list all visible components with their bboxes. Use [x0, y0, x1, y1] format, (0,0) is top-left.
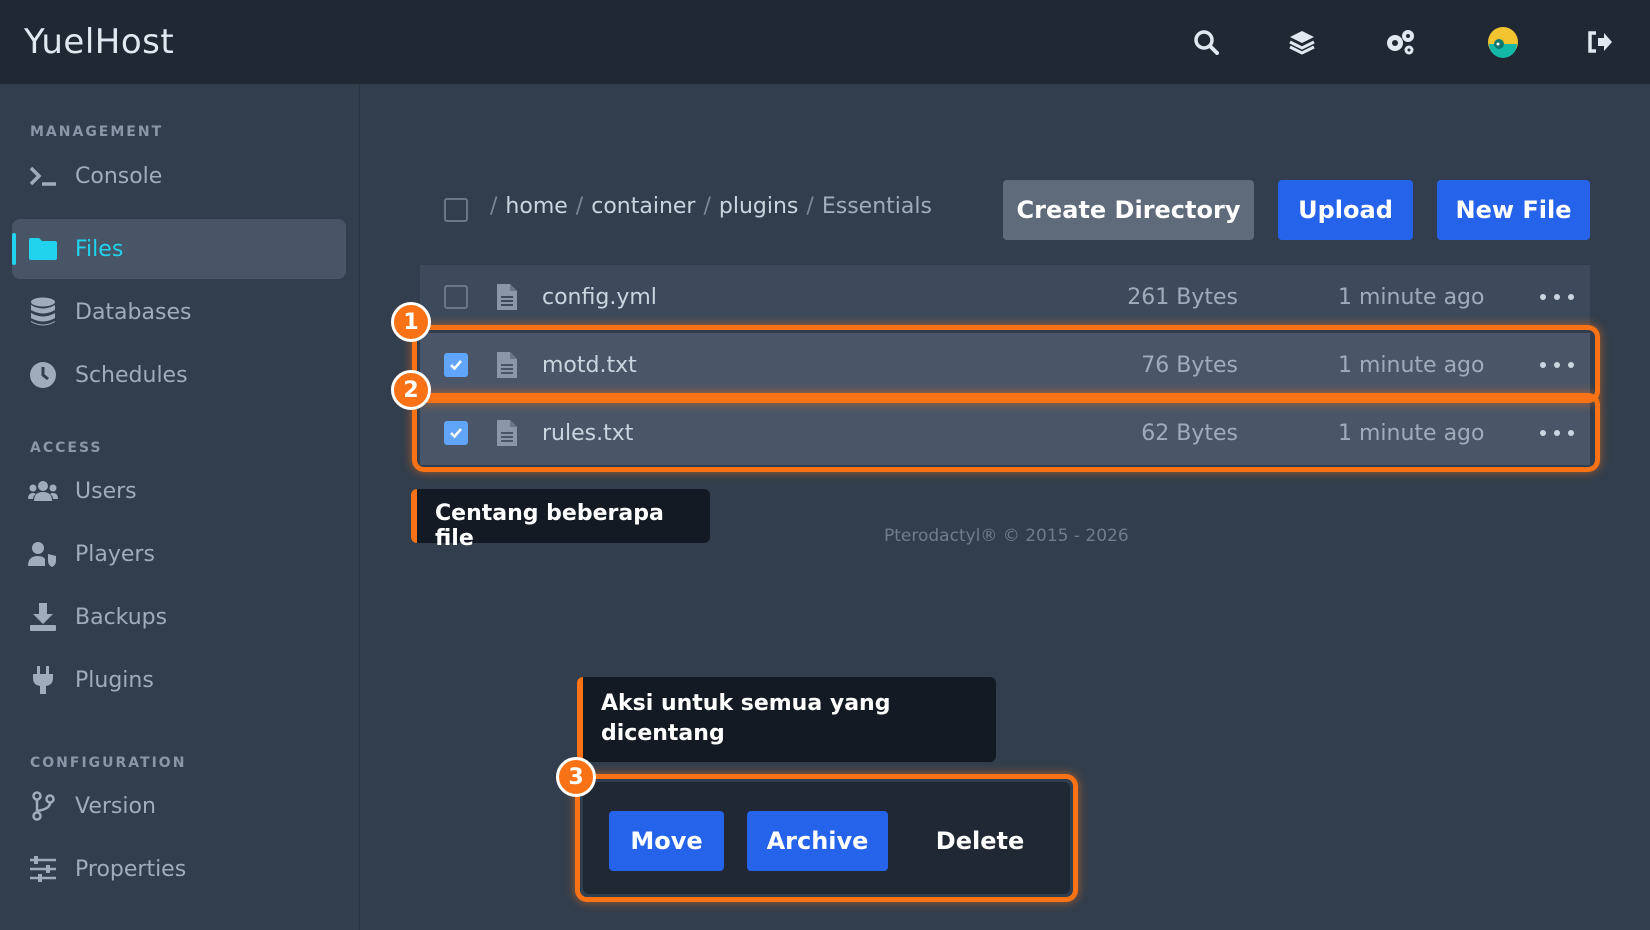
breadcrumb-plugins[interactable]: plugins: [719, 194, 799, 219]
plug-icon: [28, 665, 58, 695]
sidebar-item-files[interactable]: Files: [12, 219, 346, 279]
users-icon: [28, 476, 58, 506]
file-name[interactable]: config.yml: [542, 285, 657, 310]
sidebar-item-label: Players: [75, 541, 155, 567]
download-icon: [28, 602, 58, 632]
sidebar-item-label: Version: [75, 793, 156, 819]
breadcrumb: / home / container / plugins / Essentials: [490, 194, 932, 219]
breadcrumb-current: Essentials: [821, 194, 932, 219]
section-title-access: ACCESS: [30, 440, 103, 456]
sidebar: MANAGEMENT Console Files Databases Sched…: [0, 84, 360, 930]
avatar[interactable]: [1487, 26, 1519, 58]
branch-icon: [28, 791, 58, 821]
move-button[interactable]: Move: [609, 811, 724, 871]
sidebar-item-label: Console: [75, 163, 163, 189]
mass-action-bar: Move Archive Delete: [583, 782, 1070, 894]
footer-text: Pterodactyl® © 2015 - 2026: [884, 526, 1129, 546]
step-badge-1: 1: [391, 302, 431, 342]
delete-button[interactable]: Delete: [909, 811, 1051, 871]
create-directory-button[interactable]: Create Directory: [1003, 180, 1254, 240]
brand-title[interactable]: YuelHost: [24, 22, 174, 62]
sliders-icon: [28, 854, 58, 884]
file-size: 76 Bytes: [1141, 352, 1238, 378]
tooltip-check-files: Centang beberapa file: [411, 489, 710, 551]
sidebar-item-label: Plugins: [75, 667, 154, 693]
file-modified: 1 minute ago: [1338, 420, 1485, 446]
section-title-management: MANAGEMENT: [30, 124, 164, 140]
check-icon: [450, 428, 462, 439]
sidebar-item-version[interactable]: Version: [12, 776, 346, 836]
file-icon: [497, 284, 517, 310]
sidebar-item-users[interactable]: Users: [12, 461, 346, 521]
file-checkbox[interactable]: [444, 353, 468, 377]
file-checkbox[interactable]: [444, 285, 468, 309]
top-navbar: YuelHost: [0, 0, 1650, 84]
breadcrumb-container[interactable]: container: [591, 194, 695, 219]
file-row[interactable]: rules.txt 62 Bytes 1 minute ago: [420, 401, 1590, 465]
sidebar-item-label: Properties: [75, 856, 187, 882]
sidebar-item-players[interactable]: Players: [12, 524, 346, 584]
breadcrumb-separator: /: [575, 194, 584, 219]
file-modified: 1 minute ago: [1338, 284, 1485, 310]
search-icon[interactable]: [1190, 26, 1222, 58]
upload-button[interactable]: Upload: [1278, 180, 1413, 240]
new-file-button[interactable]: New File: [1437, 180, 1590, 240]
sidebar-item-schedules[interactable]: Schedules: [12, 345, 346, 405]
more-options-icon[interactable]: [1540, 287, 1574, 307]
tooltip-mass-actions: Aksi untuk semua yang dicentang: [577, 677, 996, 762]
database-icon: [28, 297, 58, 327]
sidebar-item-databases[interactable]: Databases: [12, 282, 346, 342]
sidebar-item-backups[interactable]: Backups: [12, 587, 346, 647]
file-checkbox[interactable]: [444, 421, 468, 445]
clock-icon: [28, 360, 58, 390]
player-shield-icon: [28, 539, 58, 569]
archive-button[interactable]: Archive: [747, 811, 888, 871]
file-name[interactable]: rules.txt: [542, 421, 633, 446]
sidebar-item-properties[interactable]: Properties: [12, 839, 346, 899]
file-name[interactable]: motd.txt: [542, 353, 637, 378]
sidebar-item-label: Schedules: [75, 362, 188, 388]
step-badge-2: 2: [391, 370, 431, 410]
cogs-icon[interactable]: [1384, 26, 1416, 58]
file-size: 261 Bytes: [1127, 284, 1238, 310]
layers-icon[interactable]: [1286, 26, 1318, 58]
terminal-icon: [28, 161, 58, 191]
sidebar-item-label: Files: [75, 236, 124, 262]
breadcrumb-separator: /: [703, 194, 711, 219]
file-icon: [497, 352, 517, 378]
file-row[interactable]: config.yml 261 Bytes 1 minute ago: [420, 265, 1590, 329]
sidebar-item-label: Backups: [75, 604, 168, 630]
file-icon: [497, 420, 517, 446]
breadcrumb-separator: /: [490, 194, 498, 219]
more-options-icon[interactable]: [1540, 423, 1574, 443]
check-icon: [450, 360, 462, 371]
sidebar-item-label: Databases: [75, 299, 192, 325]
sidebar-item-label: Users: [75, 478, 137, 504]
file-row[interactable]: motd.txt 76 Bytes 1 minute ago: [420, 333, 1590, 397]
sidebar-item-console[interactable]: Console: [12, 146, 346, 206]
section-title-configuration: CONFIGURATION: [30, 755, 187, 771]
file-size: 62 Bytes: [1141, 420, 1238, 446]
step-badge-3: 3: [556, 757, 596, 797]
select-all-checkbox[interactable]: [444, 198, 468, 222]
breadcrumb-separator: /: [806, 194, 814, 219]
breadcrumb-bar: [420, 180, 468, 240]
sidebar-item-plugins[interactable]: Plugins: [12, 650, 346, 710]
logout-icon[interactable]: [1584, 26, 1616, 58]
file-modified: 1 minute ago: [1338, 352, 1485, 378]
breadcrumb-home[interactable]: home: [505, 194, 567, 219]
more-options-icon[interactable]: [1540, 355, 1574, 375]
folder-icon: [28, 234, 58, 264]
